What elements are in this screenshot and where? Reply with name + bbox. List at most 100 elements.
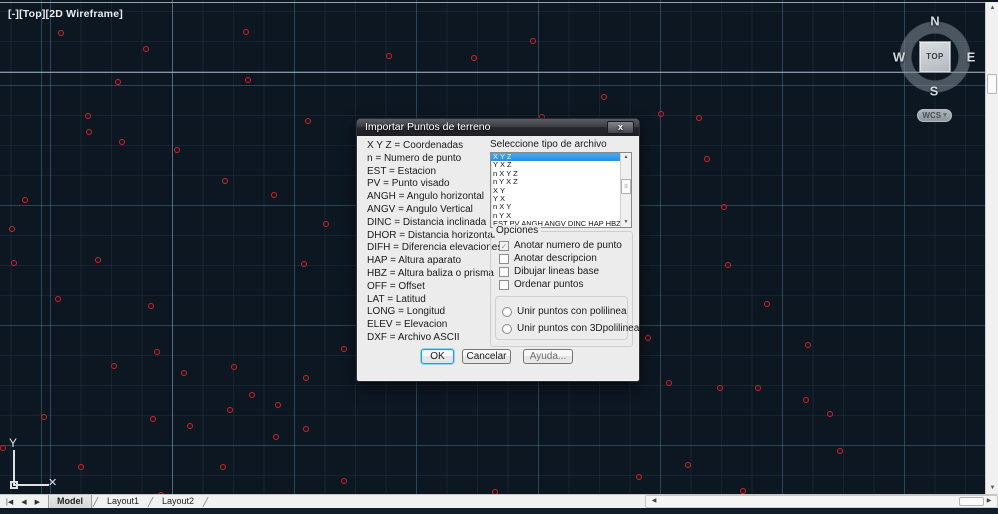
tab-nav-arrow-icon[interactable]: ▶ [31, 498, 44, 506]
scroll-down-arrow-icon[interactable]: ▼ [986, 482, 998, 494]
survey-point[interactable] [78, 464, 84, 470]
format-legend-line: PV = Punto visado [367, 178, 489, 191]
survey-point[interactable] [174, 147, 180, 153]
listbox-scroll-down-icon[interactable]: ▼ [621, 218, 631, 227]
viewcube-east[interactable]: E [967, 50, 976, 65]
scroll-right-arrow-icon[interactable]: ▶ [983, 496, 995, 507]
survey-point[interactable] [119, 139, 125, 145]
dialog-title-bar[interactable]: Importar Puntos de terreno x [357, 119, 639, 136]
radio-button[interactable] [502, 324, 512, 334]
file-type-listbox[interactable]: X Y ZY X Zn X Y Zn Y X ZX YY Xn X Yn Y X… [490, 152, 632, 228]
cancel-button[interactable]: Cancelar [462, 349, 511, 364]
survey-point[interactable] [222, 178, 228, 184]
scroll-left-arrow-icon[interactable]: ◀ [648, 496, 660, 507]
tab-model[interactable]: Model [48, 495, 92, 508]
survey-point[interactable] [645, 335, 651, 341]
survey-point[interactable] [148, 303, 154, 309]
vertical-scrollbar[interactable]: ▲ ▼ [985, 2, 998, 494]
viewcube-north[interactable]: N [930, 14, 939, 29]
survey-point[interactable] [22, 197, 28, 203]
survey-point[interactable] [275, 402, 281, 408]
tab-layout2[interactable]: Layout2 [154, 495, 202, 508]
survey-point[interactable] [704, 156, 710, 162]
viewport-controls-label[interactable]: [-][Top][2D Wireframe] [8, 8, 123, 20]
survey-point[interactable] [243, 29, 249, 35]
checkbox[interactable] [499, 254, 509, 264]
radio-button[interactable] [502, 307, 512, 317]
tab-layout1[interactable]: Layout1 [99, 495, 147, 508]
survey-point[interactable] [601, 94, 607, 100]
survey-point[interactable] [658, 111, 664, 117]
survey-point[interactable] [323, 221, 329, 227]
survey-point[interactable] [41, 414, 47, 420]
survey-point[interactable] [115, 79, 121, 85]
listbox-scroll-thumb[interactable]: ≡ [621, 179, 631, 194]
survey-point[interactable] [636, 474, 642, 480]
survey-point[interactable] [111, 363, 117, 369]
survey-point[interactable] [805, 342, 811, 348]
survey-point[interactable] [530, 38, 536, 44]
survey-point[interactable] [150, 416, 156, 422]
wcs-dropdown[interactable]: WCS ▾ [917, 109, 952, 122]
survey-point[interactable] [301, 261, 307, 267]
survey-point[interactable] [303, 375, 309, 381]
survey-point[interactable] [154, 349, 160, 355]
viewcube-south[interactable]: S [930, 84, 939, 99]
survey-point[interactable] [303, 426, 309, 432]
tab-nav-arrow-icon[interactable]: ◀ [17, 498, 30, 506]
survey-point[interactable] [341, 478, 347, 484]
listbox-option[interactable]: X Y [491, 187, 620, 195]
survey-point[interactable] [717, 385, 723, 391]
horizontal-scroll-thumb[interactable] [959, 497, 984, 506]
checkbox[interactable] [499, 267, 509, 277]
survey-point[interactable] [55, 296, 61, 302]
survey-point[interactable] [271, 192, 277, 198]
survey-point[interactable] [725, 262, 731, 268]
survey-point[interactable] [220, 464, 226, 470]
survey-point[interactable] [837, 448, 843, 454]
survey-point[interactable] [95, 257, 101, 263]
survey-point[interactable] [273, 434, 279, 440]
radio-label: Unir puntos con polilinea [517, 306, 627, 317]
survey-point[interactable] [181, 370, 187, 376]
listbox-option[interactable]: n Y X Z [491, 178, 620, 186]
checkbox[interactable] [499, 280, 509, 290]
survey-point[interactable] [11, 260, 17, 266]
checkbox[interactable]: ✓ [499, 241, 509, 251]
viewcube-west[interactable]: W [893, 50, 905, 65]
survey-point[interactable] [231, 364, 237, 370]
listbox-scrollbar[interactable]: ▲ ≡ ▼ [620, 153, 631, 227]
dialog-right-column: Seleccione tipo de archivo X Y ZY X Zn X… [490, 139, 633, 228]
viewcube-top-face[interactable]: TOP [919, 41, 951, 73]
survey-point[interactable] [386, 53, 392, 59]
survey-point[interactable] [803, 397, 809, 403]
listbox-scroll-up-icon[interactable]: ▲ [621, 153, 631, 162]
survey-point[interactable] [471, 55, 477, 61]
survey-point[interactable] [249, 392, 255, 398]
survey-point[interactable] [764, 301, 770, 307]
survey-point[interactable] [58, 30, 64, 36]
vertical-scroll-thumb[interactable] [987, 74, 997, 94]
survey-point[interactable] [685, 462, 691, 468]
survey-point[interactable] [227, 407, 233, 413]
survey-point[interactable] [696, 115, 702, 121]
help-button[interactable]: Ayuda... [523, 349, 573, 364]
viewcube[interactable]: N S W E TOP [893, 13, 979, 103]
survey-point[interactable] [666, 380, 672, 386]
survey-point[interactable] [86, 129, 92, 135]
survey-point[interactable] [755, 385, 761, 391]
close-button[interactable]: x [607, 121, 634, 134]
ok-button[interactable]: OK [421, 349, 454, 364]
survey-point[interactable] [827, 411, 833, 417]
survey-point[interactable] [341, 346, 347, 352]
survey-point[interactable] [85, 113, 91, 119]
survey-point[interactable] [245, 77, 251, 83]
survey-point[interactable] [187, 423, 193, 429]
scroll-up-arrow-icon[interactable]: ▲ [986, 2, 998, 14]
tab-nav-arrow-icon[interactable]: |◀ [2, 498, 17, 506]
survey-point[interactable] [305, 118, 311, 124]
survey-point[interactable] [143, 46, 149, 52]
survey-point[interactable] [9, 226, 15, 232]
horizontal-scrollbar[interactable]: ◀ ▶ [645, 495, 998, 508]
survey-point[interactable] [721, 204, 727, 210]
